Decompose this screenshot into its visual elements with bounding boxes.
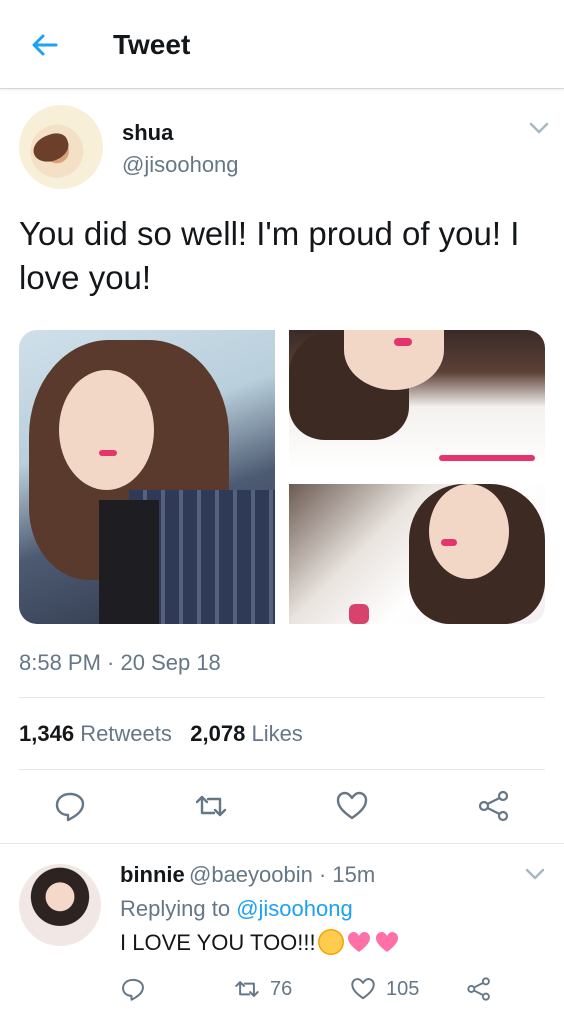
reply-retweet-count: 76 — [270, 977, 293, 1000]
reply-share-button[interactable] — [466, 975, 502, 1003]
reply-handle-time[interactable]: @baeyoobin · 15m — [189, 862, 375, 888]
author-avatar[interactable] — [19, 105, 103, 189]
tweet-photo-2[interactable] — [289, 330, 545, 470]
tweet-photo-3[interactable] — [289, 484, 545, 624]
divider — [19, 697, 545, 698]
crying-face-icon — [317, 929, 344, 955]
heart-icon — [351, 978, 375, 1000]
divider — [19, 769, 545, 770]
back-arrow-icon[interactable] — [28, 28, 62, 62]
tweet-timestamp: 8:58 PM · 20 Sep 18 — [19, 650, 221, 675]
reply-author-name[interactable]: binnie — [120, 862, 185, 888]
retweets-label: Retweets — [80, 721, 172, 746]
reply-retweet-button[interactable]: 76 — [234, 975, 292, 1003]
chevron-down-icon[interactable] — [524, 866, 546, 882]
replying-prefix: Replying to — [120, 896, 231, 921]
page-title: Tweet — [113, 29, 191, 60]
tweet-photo-1[interactable] — [19, 330, 275, 624]
share-icon[interactable] — [477, 789, 511, 823]
likes-stat[interactable]: 2,078 Likes — [190, 721, 303, 746]
retweet-icon — [235, 981, 259, 997]
reply-like-button[interactable]: 105 — [350, 975, 419, 1003]
author-handle[interactable]: @jisoohong — [122, 152, 239, 178]
author-name[interactable]: shua — [122, 120, 173, 146]
likes-count: 2,078 — [190, 721, 246, 746]
media-grid — [19, 330, 545, 624]
replying-to: Replying to @jisoohong — [120, 896, 353, 922]
engagement-stats: 1,346 Retweets 2,078 Likes — [19, 721, 303, 747]
retweets-count: 1,346 — [19, 721, 75, 746]
top-bar: Tweet — [0, 0, 564, 89]
reply-icon[interactable] — [53, 789, 87, 823]
section-divider — [0, 843, 564, 844]
heart-icon — [375, 932, 398, 952]
reply-reply-button[interactable] — [120, 975, 156, 1003]
heart-icon — [347, 932, 370, 952]
retweet-icon[interactable] — [194, 789, 228, 823]
likes-label: Likes — [251, 721, 303, 746]
reply-text-content: I LOVE YOU TOO!!! — [120, 930, 316, 955]
reply-icon — [122, 978, 144, 1001]
reply-like-count: 105 — [386, 977, 420, 1000]
chevron-down-icon[interactable] — [528, 120, 550, 136]
retweets-stat[interactable]: 1,346 Retweets — [19, 721, 178, 746]
tweet-text: You did so well! I'm proud of you! I lov… — [19, 215, 520, 296]
share-icon — [467, 977, 490, 1001]
replying-handle-link[interactable]: @jisoohong — [236, 896, 353, 921]
reply-avatar[interactable] — [19, 864, 101, 946]
heart-icon[interactable] — [335, 789, 369, 823]
reply-text: I LOVE YOU TOO!!! — [120, 929, 400, 956]
